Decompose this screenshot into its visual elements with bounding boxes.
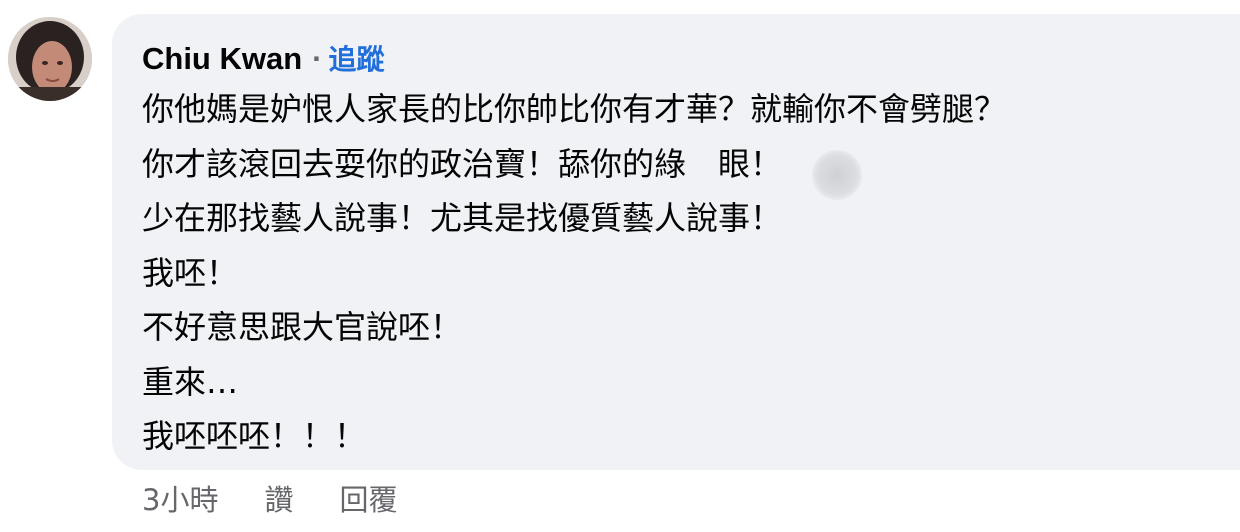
comment: Chiu Kwan · 追蹤 你他媽是妒恨人家長的比你帥比你有才華？就輸你不會劈… <box>0 0 1240 532</box>
comment-line: 我呸呸呸！！！ <box>142 417 367 455</box>
comment-line: 你他媽是妒恨人家長的比你帥比你有才華？就輸你不會劈腿？ <box>142 90 1007 128</box>
author-name[interactable]: Chiu Kwan <box>142 41 302 77</box>
comment-header: Chiu Kwan · 追蹤 <box>142 38 385 78</box>
comment-timestamp[interactable]: 3小時 <box>142 477 218 519</box>
comment-bubble: Chiu Kwan · 追蹤 你他媽是妒恨人家長的比你帥比你有才華？就輸你不會劈… <box>112 14 1240 470</box>
follow-button[interactable]: 追蹤 <box>329 38 385 78</box>
comment-line: 我呸！ <box>142 253 239 292</box>
reply-button[interactable]: 回覆 <box>339 477 397 519</box>
profile-photo-icon <box>8 17 92 101</box>
comment-line: 少在那找藝人說事！尤其是找優質藝人說事！ <box>142 199 783 237</box>
comment-line: 不好意思跟大官說呸！ <box>142 308 463 346</box>
comment-line: 重來… <box>142 362 239 401</box>
comment-line: 你才該滾回去耍你的政治寶！舔你的綠 眼！ <box>142 144 783 183</box>
comment-text: 你他媽是妒恨人家長的比你帥比你有才華？就輸你不會劈腿？ 你才該滾回去耍你的政治寶… <box>142 82 1006 464</box>
censor-blur <box>812 150 862 200</box>
like-button[interactable]: 讚 <box>264 477 293 519</box>
comment-actions: 3小時 讚 回覆 <box>142 477 443 519</box>
separator-dot: · <box>312 41 323 76</box>
avatar[interactable] <box>8 17 92 101</box>
